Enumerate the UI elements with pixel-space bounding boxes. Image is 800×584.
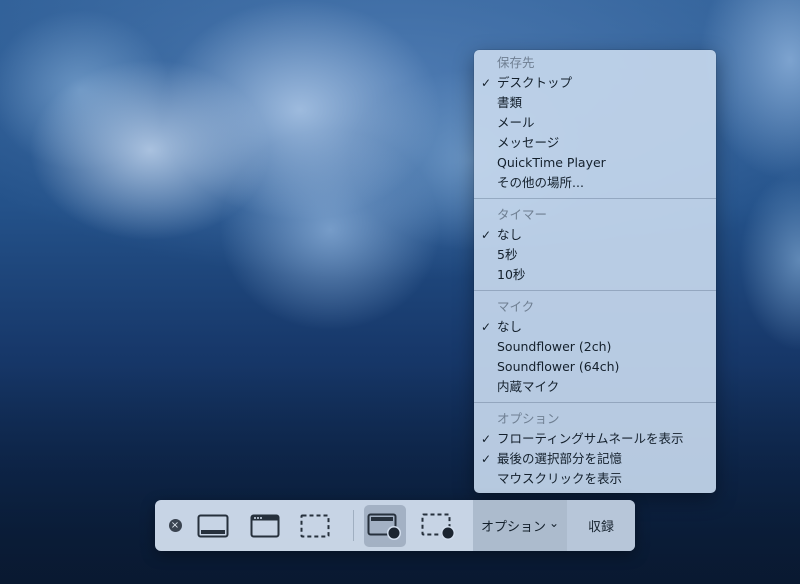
menu-item-mic-internal[interactable]: 内蔵マイク (474, 377, 716, 397)
record-screen-icon (367, 513, 401, 540)
menu-item-timer-10s[interactable]: 10秒 (474, 265, 716, 285)
checkmark-icon: ✓ (481, 228, 492, 242)
menu-item-show-mouse-clicks[interactable]: マウスクリックを表示 (474, 469, 716, 489)
menu-item-mic-soundflower-64ch[interactable]: Soundflower (64ch) (474, 357, 716, 377)
menu-item-label: 5秒 (497, 247, 518, 262)
capture-screen-icon (197, 514, 229, 537)
options-section: オプション ✓ フローティングサムネールを表示 ✓ 最後の選択部分を記憶 マウスクリ… (474, 409, 716, 489)
menu-item-quicktime[interactable]: QuickTime Player (474, 153, 716, 173)
menu-item-label: Soundflower (2ch) (497, 339, 612, 354)
menu-separator (474, 402, 716, 403)
options-header: オプション (497, 411, 560, 426)
record-selection-button[interactable] (417, 500, 461, 551)
menu-item-mic-none[interactable]: ✓ なし (474, 317, 716, 337)
save-to-header: 保存先 (497, 55, 535, 70)
menu-item-messages[interactable]: メッセージ (474, 133, 716, 153)
checkmark-icon: ✓ (481, 452, 492, 466)
timer-header: タイマー (497, 207, 548, 222)
menu-item-label: メッセージ (497, 135, 560, 150)
menu-item-label: なし (497, 227, 523, 242)
options-dropdown-button[interactable]: オプション ⌄ (473, 500, 567, 551)
capture-entire-screen-button[interactable] (193, 500, 233, 551)
menu-item-label: 書類 (497, 95, 523, 110)
menu-item-mail[interactable]: メール (474, 113, 716, 133)
menu-item-label: デスクトップ (497, 75, 573, 90)
record-selection-icon (421, 513, 455, 540)
options-button-label: オプション (480, 520, 546, 535)
checkmark-icon: ✓ (481, 76, 492, 90)
menu-item-remember-last-selection[interactable]: ✓ 最後の選択部分を記憶 (474, 449, 716, 469)
menu-item-show-floating-thumbnail[interactable]: ✓ フローティングサムネールを表示 (474, 429, 716, 449)
save-to-section: 保存先 ✓ デスクトップ 書類 メール メッセージ QuickTime Playe… (474, 53, 716, 193)
menu-item-documents[interactable]: 書類 (474, 93, 716, 113)
menu-item-label: その他の場所... (497, 175, 584, 190)
close-icon: × (168, 519, 182, 532)
timer-section: タイマー ✓ なし 5秒 10秒 (474, 205, 716, 285)
record-button[interactable]: 収録 (567, 500, 635, 551)
menu-item-other-location[interactable]: その他の場所... (474, 173, 716, 193)
microphone-section: マイク ✓ なし Soundflower (2ch) Soundflower (6… (474, 297, 716, 397)
chevron-down-icon: ⌄ (548, 515, 560, 530)
menu-item-desktop[interactable]: ✓ デスクトップ (474, 73, 716, 93)
microphone-header: マイク (497, 299, 535, 314)
capture-window-icon (250, 514, 280, 537)
menu-separator (474, 290, 716, 291)
menu-item-label: なし (497, 319, 523, 334)
checkmark-icon: ✓ (481, 432, 492, 446)
menu-item-label: Soundflower (64ch) (497, 359, 620, 374)
record-button-label: 収録 (587, 520, 614, 535)
record-entire-screen-button[interactable] (364, 505, 406, 547)
menu-separator (474, 198, 716, 199)
menu-item-label: 10秒 (497, 267, 526, 282)
menu-item-label: QuickTime Player (497, 155, 606, 170)
checkmark-icon: ✓ (481, 320, 492, 334)
options-menu: 保存先 ✓ デスクトップ 書類 メール メッセージ QuickTime Playe… (474, 50, 716, 493)
menu-item-label: メール (497, 115, 535, 130)
toolbar-divider (353, 510, 354, 541)
capture-window-button[interactable] (245, 500, 285, 551)
menu-item-label: 内蔵マイク (497, 379, 560, 394)
screenshot-toolbar: × オプション ⌄ 収録 (155, 500, 635, 551)
capture-selection-button[interactable] (295, 500, 335, 551)
menu-item-timer-5s[interactable]: 5秒 (474, 245, 716, 265)
menu-item-label: 最後の選択部分を記憶 (497, 451, 623, 466)
menu-item-mic-soundflower-2ch[interactable]: Soundflower (2ch) (474, 337, 716, 357)
menu-item-label: マウスクリックを表示 (497, 471, 623, 486)
menu-item-timer-none[interactable]: ✓ なし (474, 225, 716, 245)
close-button[interactable]: × (163, 500, 187, 551)
menu-item-label: フローティングサムネールを表示 (497, 431, 684, 446)
dashed-selection-icon (300, 514, 330, 537)
